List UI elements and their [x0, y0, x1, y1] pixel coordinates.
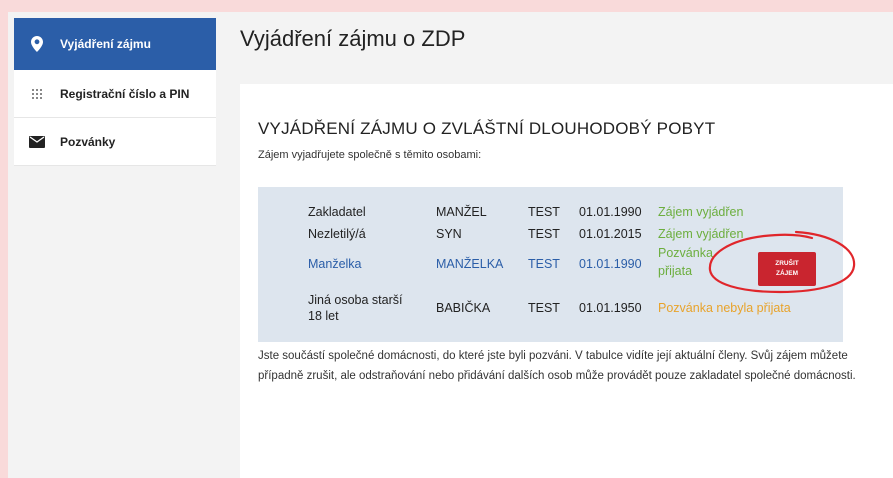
sidebar-item-invitations[interactable]: Pozvánky: [14, 118, 216, 166]
member-surname: TEST: [528, 257, 560, 271]
member-name: MANŽELKA: [436, 257, 504, 271]
sidebar-item-label: Registrační číslo a PIN: [60, 86, 190, 101]
member-dob: 01.01.1990: [579, 257, 642, 271]
member-dob: 01.01.2015: [579, 227, 642, 241]
member-role-line2: 18 let: [308, 309, 339, 323]
member-status-line2: přijata: [658, 264, 693, 278]
member-status: Zájem vyjádřen: [658, 205, 744, 219]
member-dob: 01.01.1950: [579, 301, 642, 315]
sidebar-item-label: Pozvánky: [60, 134, 116, 149]
section-title: VYJÁDŘENÍ ZÁJMU O ZVLÁŠTNÍ DLOUHODOBÝ PO…: [258, 119, 716, 138]
member-status: Pozvánka nebyla přijata: [658, 301, 791, 315]
member-role: Manželka: [308, 257, 362, 271]
sidebar-item-expression-of-interest[interactable]: Vyjádření zájmu: [14, 18, 216, 70]
member-name: MANŽEL: [436, 205, 487, 219]
member-role-line1: Jiná osoba starší: [308, 293, 403, 307]
annotation-circle: [708, 230, 856, 294]
sidebar-item-registration-pin[interactable]: Registrační číslo a PIN: [14, 70, 216, 118]
member-name: SYN: [436, 227, 462, 241]
section-subtitle: Zájem vyjadřujete společně s těmito osob…: [258, 149, 482, 161]
sidebar: Vyjádření zájmu Registrační číslo a PIN …: [14, 18, 216, 166]
member-role: Zakladatel: [308, 205, 366, 219]
member-surname: TEST: [528, 301, 560, 315]
sidebar-item-label: Vyjádření zájmu: [60, 37, 151, 51]
member-surname: TEST: [528, 205, 560, 219]
member-role: Nezletilý/á: [308, 227, 366, 241]
household-note: Jste součástí společné domácnosti, do kt…: [258, 350, 856, 382]
page-title: Vyjádření zájmu o ZDP: [240, 26, 466, 51]
grid-icon: [28, 88, 46, 99]
member-name: BABIČKA: [436, 301, 491, 315]
member-dob: 01.01.1990: [579, 205, 642, 219]
envelope-icon: [28, 135, 46, 148]
location-pin-icon: [28, 36, 46, 52]
member-surname: TEST: [528, 227, 560, 241]
